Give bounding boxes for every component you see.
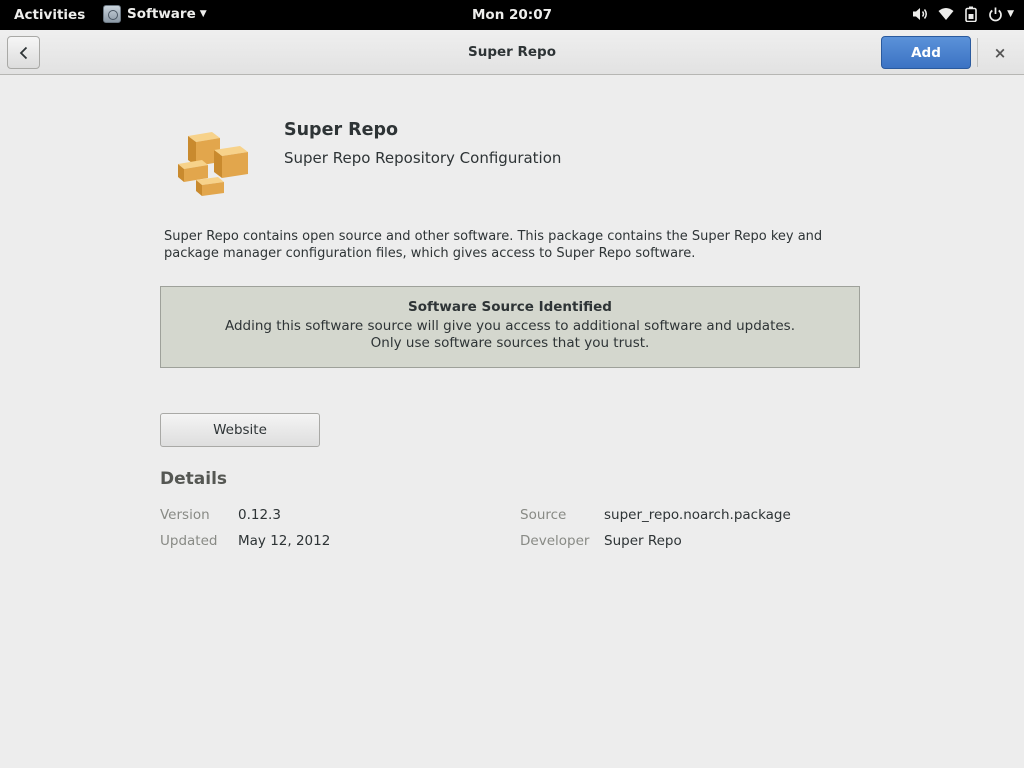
details-heading: Details [160, 469, 228, 489]
header-separator [977, 38, 978, 67]
developer-label: Developer [520, 533, 590, 549]
infobar-message-line1: Adding this software source will give yo… [224, 318, 795, 334]
source-warning-infobar: Software Source Identified Adding this s… [160, 286, 860, 368]
software-app-icon [103, 5, 121, 23]
website-button[interactable]: Website [160, 413, 320, 447]
updated-label: Updated [160, 533, 218, 549]
source-label: Source [520, 507, 567, 523]
chevron-left-icon [19, 46, 27, 59]
system-tray[interactable]: ▼ [903, 6, 1014, 22]
top-bar: Activities Software ▼ Mon 20:07 ▼ [0, 0, 1024, 30]
chevron-down-icon: ▼ [1007, 9, 1014, 19]
volume-icon[interactable] [912, 7, 929, 21]
infobar-message-line2: Only use software sources that you trust… [370, 335, 650, 351]
version-label: Version [160, 507, 210, 523]
window-title: Super Repo [467, 44, 556, 60]
source-value: super_repo.noarch.package [604, 507, 791, 523]
app-menu-label: Software [127, 6, 196, 22]
clock[interactable]: Mon 20:07 [472, 7, 552, 23]
app-title: Super Repo [284, 120, 399, 140]
developer-value: Super Repo [604, 533, 682, 549]
app-description: Super Repo contains open source and othe… [164, 229, 823, 261]
infobar-title: Software Source Identified [408, 299, 612, 315]
app-summary: Super Repo Repository Configuration [284, 149, 562, 167]
header-bar: Super Repo Add × [0, 30, 1024, 75]
close-icon: × [993, 44, 1007, 62]
add-button[interactable]: Add [881, 36, 971, 69]
activities-button[interactable]: Activities [14, 7, 85, 23]
details-page: Super Repo Super Repo Repository Configu… [0, 76, 1024, 768]
back-button[interactable] [7, 36, 40, 69]
battery-icon[interactable] [963, 6, 979, 22]
wifi-icon[interactable] [938, 7, 954, 21]
app-menu[interactable]: Software ▼ [103, 5, 207, 23]
power-icon[interactable] [988, 7, 1003, 22]
title-container: Super Repo [0, 44, 1024, 60]
package-boxes-icon [178, 132, 248, 196]
close-button[interactable]: × [988, 42, 1012, 64]
chevron-down-icon: ▼ [199, 9, 207, 19]
version-value: 0.12.3 [238, 507, 281, 523]
updated-value: May 12, 2012 [238, 533, 331, 549]
